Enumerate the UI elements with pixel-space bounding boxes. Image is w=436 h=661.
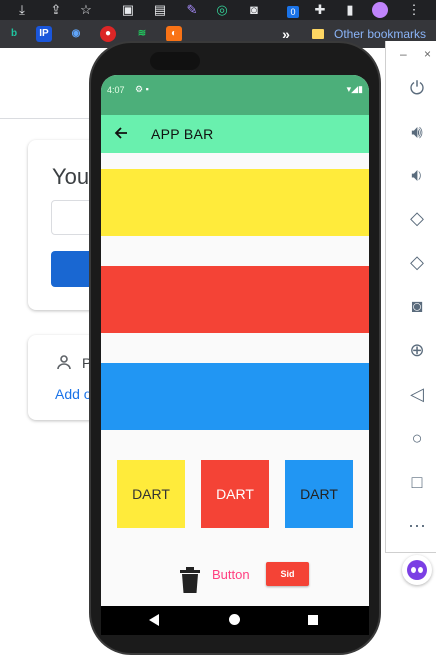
assistant-icon	[407, 560, 427, 580]
zoom-icon[interactable]: ⊕	[405, 338, 429, 362]
card-label: P	[82, 355, 92, 371]
trash-icon[interactable]	[179, 566, 201, 594]
person-icon	[56, 354, 72, 375]
extension-icon[interactable]: ▣	[120, 2, 136, 18]
dart-box-yellow: DART	[117, 460, 185, 528]
nav-home-icon[interactable]	[229, 614, 240, 625]
puzzle-icon[interactable]: ✚	[312, 2, 328, 18]
volume-down-icon[interactable]: 🔉︎	[405, 163, 429, 187]
blue-container	[101, 363, 369, 430]
pen-icon[interactable]: ✎	[184, 2, 200, 18]
nav-back-icon[interactable]	[149, 614, 159, 626]
back-icon[interactable]: ◁	[405, 382, 429, 406]
camera-icon[interactable]: ◙	[405, 294, 429, 318]
status-bar: 4:07 ⚙ ▪ ▾◢▮	[101, 75, 369, 115]
card-link[interactable]: Add o	[55, 386, 92, 402]
more-icon[interactable]: ⋯	[405, 514, 429, 538]
nav-bar	[101, 606, 369, 635]
sid-button[interactable]: Sid	[266, 562, 309, 586]
close-icon[interactable]: ×	[424, 47, 431, 61]
overview-icon[interactable]: □	[405, 470, 429, 494]
camera-icon[interactable]: ◙	[246, 2, 262, 18]
minimize-icon[interactable]: –	[400, 47, 407, 61]
phone-camera	[150, 52, 200, 70]
arrow-back-icon[interactable]	[113, 123, 131, 143]
bookmark-colorful-icon[interactable]: ◐	[166, 26, 182, 42]
menu-dots-icon[interactable]: ⋮	[406, 2, 422, 18]
color-wheel-icon[interactable]: ◎	[214, 2, 230, 18]
bookmark-green-icon[interactable]: ≋	[134, 26, 150, 42]
bookmarks-overflow[interactable]: »	[278, 26, 294, 42]
browser-tabstrip: ⤓ ⇪ ☆ ▣ ▤ ✎ ◎ ◙ ● 0 ✚ ▮ ⋮	[0, 0, 436, 20]
avatar[interactable]	[372, 2, 388, 18]
red-container	[101, 266, 369, 333]
other-bookmarks-label: Other bookmarks	[334, 27, 427, 41]
dart-box-blue: DART	[285, 460, 353, 528]
bookmark-ip[interactable]: IP	[36, 26, 52, 42]
other-bookmarks[interactable]: Other bookmarks	[312, 26, 426, 42]
power-icon[interactable]: ⏻	[405, 76, 429, 100]
volume-up-icon[interactable]: 🔊︎	[405, 120, 429, 144]
bookmark-red-icon[interactable]: ●	[100, 26, 116, 42]
assistant-eye	[418, 567, 423, 573]
nav-overview-icon[interactable]	[308, 615, 318, 625]
card-title: Your	[52, 164, 97, 189]
window-icon[interactable]: ▮	[342, 2, 358, 18]
phone-screen: 4:07 ⚙ ▪ ▾◢▮ APP BAR DART DART DART Butt…	[101, 75, 369, 635]
dart-box-red: DART	[201, 460, 269, 528]
text-button[interactable]: Button	[212, 567, 250, 582]
rotate-left-icon[interactable]: ◇	[405, 206, 429, 230]
rotate-right-icon[interactable]: ◇	[405, 250, 429, 274]
folder-icon	[312, 29, 324, 39]
app-bar: APP BAR	[101, 115, 369, 153]
star-icon[interactable]: ☆	[78, 2, 94, 18]
yellow-container	[101, 169, 369, 236]
app-bar-title: APP BAR	[151, 126, 214, 142]
status-time: 4:07	[107, 85, 125, 95]
assistant-eye	[411, 567, 416, 573]
home-icon[interactable]: ○	[405, 426, 429, 450]
extension-badge: 0	[287, 6, 299, 18]
settings-icon: ⚙ ▪	[135, 84, 149, 94]
share-icon[interactable]: ⇪	[48, 2, 64, 18]
bing-icon[interactable]: b	[6, 26, 22, 42]
robot-icon[interactable]: ◉	[68, 26, 84, 42]
battery-icon: ▾◢▮	[346, 84, 363, 94]
extension-icon[interactable]: ▤	[152, 2, 168, 18]
download-icon[interactable]: ⤓	[14, 2, 30, 18]
divider	[0, 118, 100, 119]
